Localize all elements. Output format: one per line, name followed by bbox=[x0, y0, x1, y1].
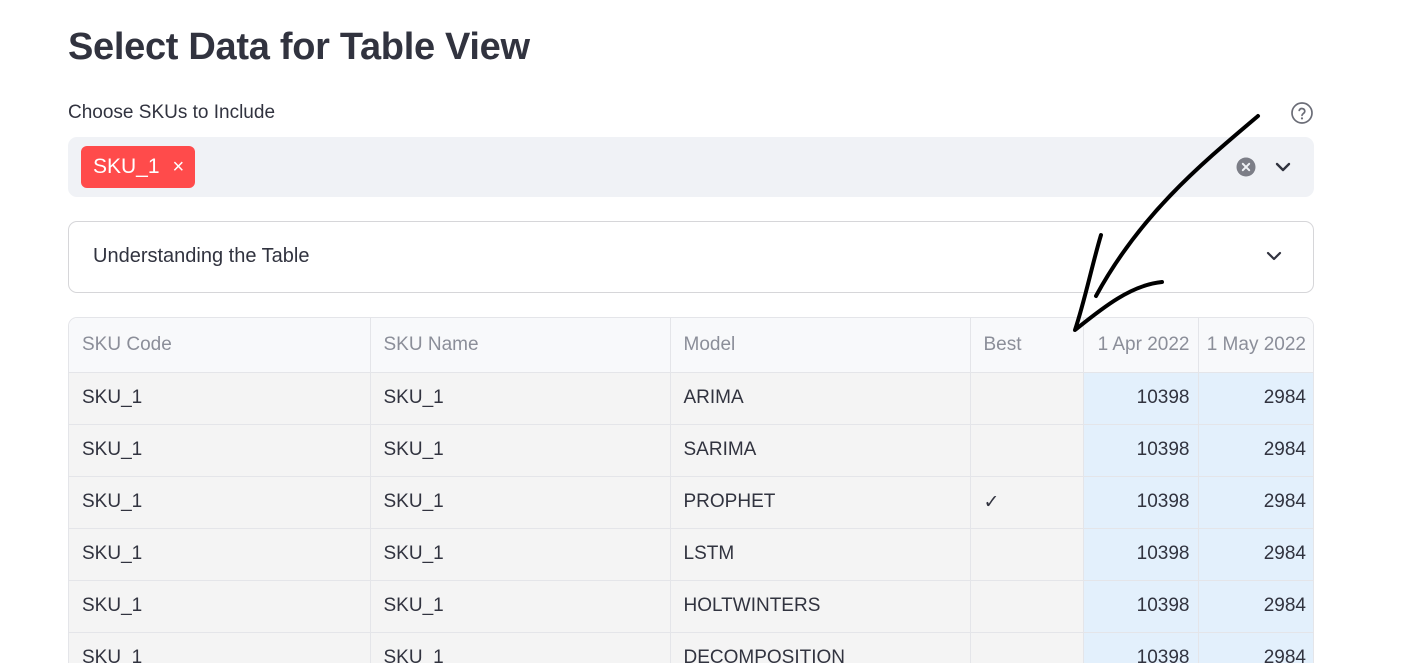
table-cell[interactable]: 2984 bbox=[1198, 528, 1313, 581]
table-row: SKU_1 SKU_1 SARIMA 10398 2984 bbox=[69, 424, 1313, 477]
table-cell[interactable]: 10398 bbox=[1083, 580, 1199, 633]
table-cell[interactable]: SKU_1 bbox=[69, 424, 371, 477]
table-cell[interactable] bbox=[970, 424, 1084, 477]
table-cell[interactable]: SKU_1 bbox=[69, 476, 371, 529]
table-cell[interactable]: SKU_1 bbox=[69, 372, 371, 425]
page-title: Select Data for Table View bbox=[68, 26, 530, 68]
page: Select Data for Table View Choose SKUs t… bbox=[0, 0, 1411, 663]
table-cell[interactable]: SKU_1 bbox=[69, 580, 371, 633]
table-cell[interactable]: 10398 bbox=[1083, 476, 1199, 529]
table-row: SKU_1 SKU_1 HOLTWINTERS 10398 2984 bbox=[69, 580, 1313, 633]
table-cell[interactable]: SKU_1 bbox=[370, 424, 671, 477]
selected-sku-chip[interactable]: SKU_1 × bbox=[81, 146, 196, 188]
table-row: SKU_1 SKU_1 DECOMPOSITION 10398 2984 bbox=[69, 632, 1313, 663]
table-cell[interactable]: 10398 bbox=[1083, 632, 1199, 663]
sku-select-label: Choose SKUs to Include bbox=[68, 102, 276, 123]
table-row: SKU_1 SKU_1 LSTM 10398 2984 bbox=[69, 528, 1313, 581]
table-cell[interactable]: ARIMA bbox=[670, 372, 971, 425]
table-cell[interactable]: 10398 bbox=[1083, 424, 1199, 477]
table-cell[interactable]: SKU_1 bbox=[69, 632, 371, 663]
sku-multiselect[interactable]: SKU_1 × bbox=[68, 137, 1314, 197]
column-header[interactable]: SKU Name bbox=[370, 318, 671, 373]
best-check-cell[interactable]: ✓ bbox=[970, 476, 1084, 529]
chevron-down-icon[interactable] bbox=[1272, 156, 1294, 178]
table-cell[interactable]: 10398 bbox=[1083, 372, 1199, 425]
column-header[interactable]: SKU Code bbox=[69, 318, 371, 373]
help-icon[interactable] bbox=[1290, 101, 1314, 125]
table-cell[interactable]: DECOMPOSITION bbox=[670, 632, 971, 663]
column-header[interactable]: Best bbox=[970, 318, 1084, 373]
table-cell[interactable]: SKU_1 bbox=[370, 528, 671, 581]
table-cell[interactable]: LSTM bbox=[670, 528, 971, 581]
table-cell[interactable]: 2984 bbox=[1198, 476, 1313, 529]
table-cell[interactable] bbox=[970, 632, 1084, 663]
clear-circle-icon[interactable] bbox=[1236, 157, 1256, 177]
table-cell[interactable] bbox=[970, 528, 1084, 581]
table-cell[interactable] bbox=[970, 580, 1084, 633]
chip-label: SKU_1 bbox=[93, 155, 160, 178]
table-cell[interactable]: 2984 bbox=[1198, 632, 1313, 663]
understanding-table-expander[interactable]: Understanding the Table bbox=[68, 221, 1314, 293]
table-cell[interactable]: 2984 bbox=[1198, 424, 1313, 477]
table-cell[interactable] bbox=[970, 372, 1084, 425]
table-cell[interactable]: 2984 bbox=[1198, 580, 1313, 633]
table-row: SKU_1 SKU_1 ARIMA 10398 2984 bbox=[69, 372, 1313, 425]
table-header-row: SKU Code SKU Name Model Best 1 Apr 2022 … bbox=[69, 318, 1313, 373]
table-cell[interactable]: SKU_1 bbox=[69, 528, 371, 581]
table-cell[interactable]: SARIMA bbox=[670, 424, 971, 477]
column-header[interactable]: 1 Apr 2022 bbox=[1083, 318, 1199, 373]
table-cell[interactable]: SKU_1 bbox=[370, 580, 671, 633]
table-row: SKU_1 SKU_1 PROPHET ✓ 10398 2984 bbox=[69, 476, 1313, 529]
chevron-down-icon bbox=[1266, 251, 1282, 261]
table-cell[interactable]: HOLTWINTERS bbox=[670, 580, 971, 633]
table-cell[interactable]: SKU_1 bbox=[370, 476, 671, 529]
table-cell[interactable]: SKU_1 bbox=[370, 632, 671, 663]
column-header[interactable]: 1 May 2022 bbox=[1198, 318, 1313, 373]
expander-label: Understanding the Table bbox=[93, 245, 310, 267]
column-header[interactable]: Model bbox=[670, 318, 971, 373]
table-cell[interactable]: PROPHET bbox=[670, 476, 971, 529]
data-table[interactable]: SKU Code SKU Name Model Best 1 Apr 2022 … bbox=[68, 317, 1314, 663]
table-cell[interactable]: 10398 bbox=[1083, 528, 1199, 581]
table-cell[interactable]: SKU_1 bbox=[370, 372, 671, 425]
chip-remove-icon[interactable]: × bbox=[173, 157, 185, 177]
table-cell[interactable]: 2984 bbox=[1198, 372, 1313, 425]
